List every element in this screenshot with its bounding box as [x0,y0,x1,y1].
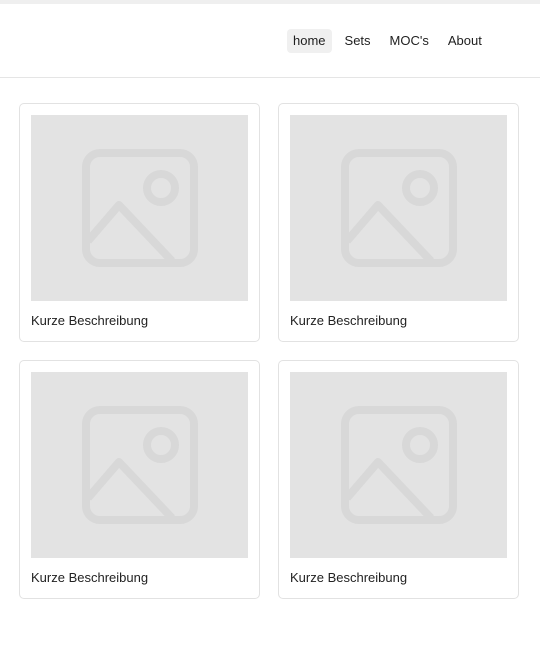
card-caption: Kurze Beschreibung [290,570,408,585]
card-caption: Kurze Beschreibung [290,313,408,328]
image-placeholder-icon [340,406,457,524]
card[interactable]: Kurze Beschreibung [19,103,260,342]
nav-item-mocs[interactable]: MOC's [384,29,435,53]
nav-item-home[interactable]: home [287,29,332,53]
main-nav: home Sets MOC's About [287,29,488,53]
card-image [31,372,248,558]
image-placeholder-icon [81,149,198,267]
card-image [290,372,507,558]
card-image [31,115,248,301]
image-placeholder-icon [81,406,198,524]
card[interactable]: Kurze Beschreibung [19,360,260,599]
nav-item-about[interactable]: About [442,29,488,53]
card-grid: Kurze Beschreibung Kurze Beschreibung Ku… [19,103,519,599]
card[interactable]: Kurze Beschreibung [278,103,519,342]
nav-item-sets[interactable]: Sets [339,29,377,53]
card-caption: Kurze Beschreibung [31,570,149,585]
card-caption: Kurze Beschreibung [31,313,149,328]
image-placeholder-icon [340,149,457,267]
card[interactable]: Kurze Beschreibung [278,360,519,599]
card-image [290,115,507,301]
site-header: home Sets MOC's About [0,4,540,78]
